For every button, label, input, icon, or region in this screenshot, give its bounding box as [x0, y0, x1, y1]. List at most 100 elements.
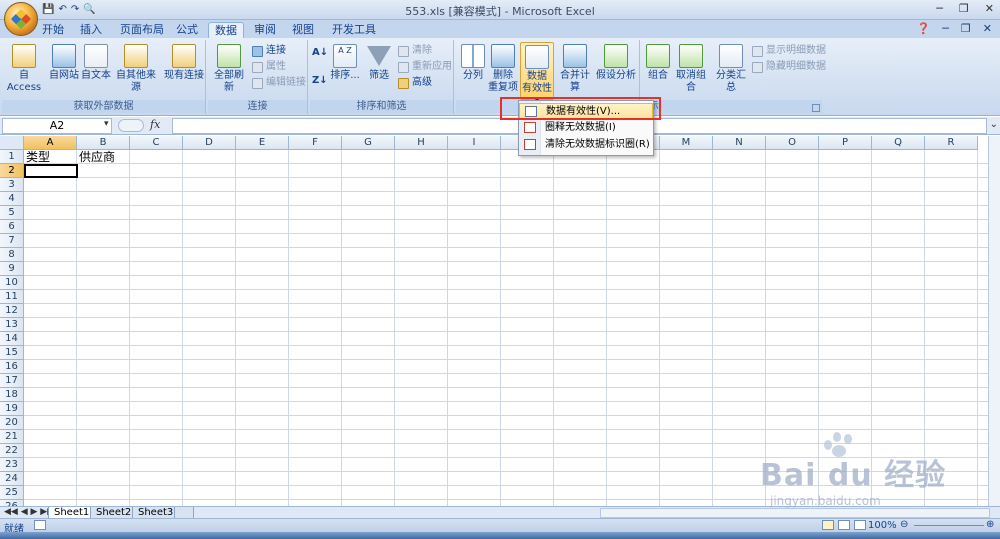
row-header-18[interactable]: 18 [0, 388, 24, 402]
doc-close-icon[interactable]: ✕ [983, 22, 992, 35]
column-header-h[interactable]: H [395, 136, 448, 150]
redo-icon[interactable]: ↷ [71, 3, 79, 17]
menu-item-clear-circles[interactable]: 清除无效数据标识圈(R) [519, 137, 653, 153]
column-header-f[interactable]: F [289, 136, 342, 150]
row-header-5[interactable]: 5 [0, 206, 24, 220]
show-detail-button[interactable]: 显示明细数据 [752, 44, 826, 58]
from-text-button[interactable]: 自文本 [80, 42, 112, 82]
menu-item-data-validation[interactable]: 数据有效性(V)... [519, 103, 653, 119]
active-cell-cursor[interactable] [24, 164, 78, 178]
print-preview-icon[interactable]: 🔍 [83, 3, 95, 17]
page-break-view-icon[interactable] [854, 520, 866, 530]
row-header-2[interactable]: 2 [0, 164, 24, 178]
tab-page-layout[interactable]: 页面布局 [114, 22, 170, 38]
undo-icon[interactable]: ↶ [58, 3, 66, 17]
row-header-10[interactable]: 10 [0, 276, 24, 290]
sort-desc-icon[interactable]: Z↓ [312, 74, 328, 88]
from-access-button[interactable]: 自 Access [4, 42, 44, 94]
column-header-r[interactable]: R [925, 136, 978, 150]
sort-button[interactable]: A Z 排序... [330, 42, 360, 82]
zoom-out-icon[interactable]: ⊖ [900, 519, 908, 530]
data-validation-button[interactable]: 数据 有效性▾ [520, 42, 554, 106]
name-box[interactable]: A2 [2, 118, 112, 134]
row-header-15[interactable]: 15 [0, 346, 24, 360]
zoom-level[interactable]: 100% [868, 520, 897, 531]
row-header-8[interactable]: 8 [0, 248, 24, 262]
tab-data[interactable]: 数据 [208, 22, 244, 38]
from-other-sources-button[interactable]: 自其他来源 [112, 42, 160, 94]
column-header-o[interactable]: O [766, 136, 819, 150]
horizontal-scrollbar[interactable] [600, 508, 990, 518]
tab-home[interactable]: 开始 [36, 22, 70, 38]
minimize-icon[interactable]: ─ [936, 2, 943, 15]
cell-a1[interactable]: 类型 [26, 150, 50, 164]
normal-view-icon[interactable] [822, 520, 834, 530]
properties-button[interactable]: 属性 [252, 60, 286, 74]
row-header-16[interactable]: 16 [0, 360, 24, 374]
what-if-button[interactable]: 假设分析 [596, 42, 636, 82]
zoom-in-icon[interactable]: ⊕ [986, 519, 994, 530]
row-header-19[interactable]: 19 [0, 402, 24, 416]
office-button[interactable] [4, 2, 38, 36]
ungroup-button[interactable]: 取消组合 [672, 42, 710, 94]
macro-record-icon[interactable] [34, 520, 46, 530]
row-header-12[interactable]: 12 [0, 304, 24, 318]
column-header-p[interactable]: P [819, 136, 872, 150]
zoom-slider[interactable] [914, 525, 984, 526]
edit-links-button[interactable]: 编辑链接 [252, 76, 306, 90]
outline-launcher-icon[interactable] [812, 104, 820, 112]
doc-restore-icon[interactable]: ❐ [961, 22, 971, 35]
row-header-6[interactable]: 6 [0, 220, 24, 234]
connections-button[interactable]: 连接 [252, 44, 286, 58]
row-header-3[interactable]: 3 [0, 178, 24, 192]
column-header-e[interactable]: E [236, 136, 289, 150]
vertical-scrollbar[interactable] [988, 136, 1000, 506]
consolidate-button[interactable]: 合并计算 [556, 42, 594, 94]
menu-item-circle-invalid[interactable]: 圈释无效数据(I) [519, 120, 653, 136]
column-header-m[interactable]: M [660, 136, 713, 150]
reapply-button[interactable]: 重新应用 [398, 60, 452, 74]
tab-insert[interactable]: 插入 [74, 22, 108, 38]
column-header-d[interactable]: D [183, 136, 236, 150]
subtotal-button[interactable]: 分类汇总 [712, 42, 750, 94]
column-header-q[interactable]: Q [872, 136, 925, 150]
hide-detail-button[interactable]: 隐藏明细数据 [752, 60, 826, 74]
expand-formula-icon[interactable]: ⌄ [990, 119, 998, 130]
sheet-nav-icon[interactable]: ◀◀ ◀ ▶ ▶▶ [4, 507, 54, 518]
sort-asc-icon[interactable]: A↓ [312, 46, 328, 60]
tab-review[interactable]: 审阅 [248, 22, 282, 38]
row-header-21[interactable]: 21 [0, 430, 24, 444]
filter-button[interactable]: 筛选 [364, 42, 394, 82]
column-header-n[interactable]: N [713, 136, 766, 150]
close-icon[interactable]: ✕ [985, 2, 994, 15]
column-header-c[interactable]: C [130, 136, 183, 150]
row-header-17[interactable]: 17 [0, 374, 24, 388]
row-header-22[interactable]: 22 [0, 444, 24, 458]
row-header-7[interactable]: 7 [0, 234, 24, 248]
row-header-9[interactable]: 9 [0, 262, 24, 276]
column-header-a[interactable]: A [24, 136, 77, 150]
from-web-button[interactable]: 自网站 [48, 42, 80, 82]
refresh-all-button[interactable]: 全部刷新 [210, 42, 248, 94]
name-box-dropdown-icon[interactable]: ▾ [104, 119, 109, 129]
tab-developer[interactable]: 开发工具 [326, 22, 382, 38]
help-icon[interactable]: ❓ [917, 22, 931, 35]
row-header-20[interactable]: 20 [0, 416, 24, 430]
column-header-b[interactable]: B [77, 136, 130, 150]
column-header-i[interactable]: I [448, 136, 501, 150]
row-header-13[interactable]: 13 [0, 318, 24, 332]
existing-connections-button[interactable]: 现有连接 [164, 42, 204, 82]
advanced-filter-button[interactable]: 高级 [398, 76, 432, 90]
row-header-25[interactable]: 25 [0, 486, 24, 500]
row-header-14[interactable]: 14 [0, 332, 24, 346]
row-header-4[interactable]: 4 [0, 192, 24, 206]
row-header-23[interactable]: 23 [0, 458, 24, 472]
insert-function-icon[interactable]: fx [150, 118, 160, 131]
restore-icon[interactable]: ❐ [959, 2, 969, 15]
page-layout-view-icon[interactable] [838, 520, 850, 530]
doc-minimize-icon[interactable]: ─ [942, 22, 949, 35]
cell-b1[interactable]: 供应商 [79, 150, 115, 164]
clear-filter-button[interactable]: 清除 [398, 44, 432, 58]
row-header-11[interactable]: 11 [0, 290, 24, 304]
row-header-1[interactable]: 1 [0, 150, 24, 164]
